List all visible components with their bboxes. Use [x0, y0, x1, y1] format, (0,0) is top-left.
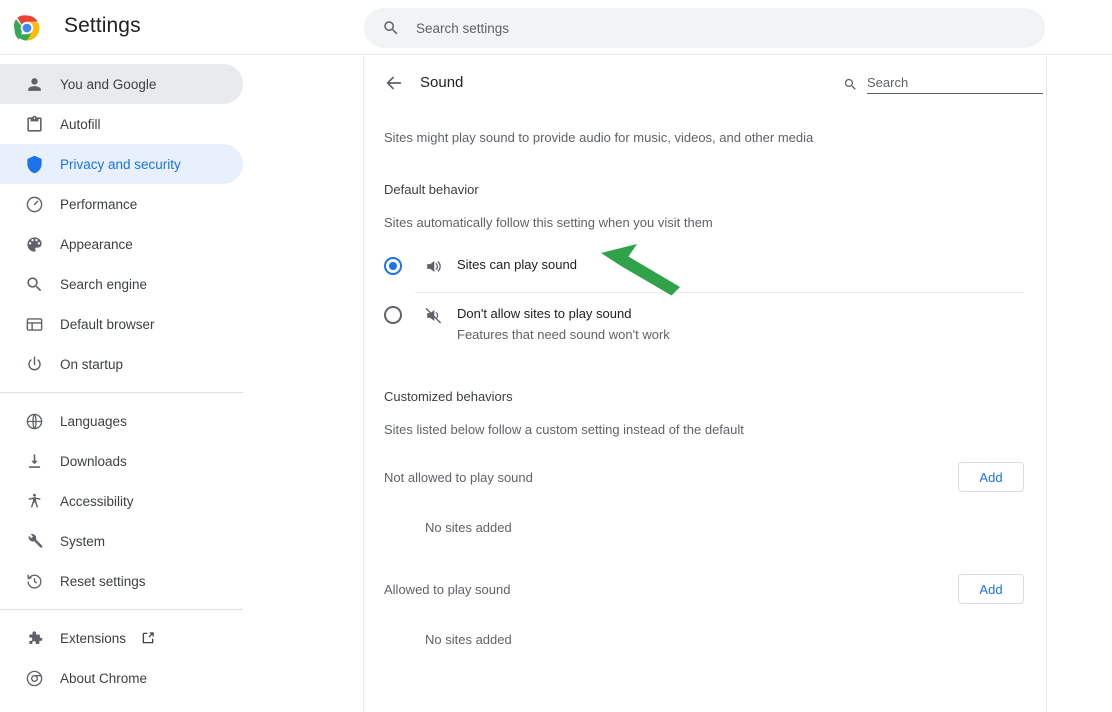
- sidebar-item-label: Extensions: [60, 630, 127, 646]
- add-button-not-allowed[interactable]: Add: [958, 462, 1024, 492]
- power-icon: [24, 354, 44, 374]
- sidebar-item-privacy-and-security[interactable]: Privacy and security: [0, 144, 243, 184]
- radio-label: Don't allow sites to play sound: [457, 306, 632, 321]
- page-search-input[interactable]: [867, 74, 1043, 94]
- sidebar-item-label: Autofill: [60, 116, 101, 132]
- sidebar: You and Google Autofill Privacy and secu…: [0, 56, 364, 712]
- page-header: Sound: [365, 56, 1046, 110]
- app-title: Settings: [64, 14, 141, 37]
- default-behavior-subtitle: Sites automatically follow this setting …: [384, 215, 713, 230]
- list-row-allowed-to-play-sound: Allowed to play sound Add: [384, 572, 1024, 606]
- list-label: Allowed to play sound: [384, 581, 511, 597]
- globe-icon: [24, 411, 44, 431]
- sidebar-item-extensions[interactable]: Extensions: [0, 618, 243, 658]
- sidebar-item-label: About Chrome: [60, 670, 148, 686]
- add-button-allowed[interactable]: Add: [958, 574, 1024, 604]
- accessibility-icon: [24, 491, 44, 511]
- sidebar-item-label: Performance: [60, 196, 138, 212]
- option-divider: [415, 292, 1024, 293]
- sidebar-divider: [0, 392, 243, 393]
- sidebar-divider: [0, 609, 243, 610]
- top-bar: Settings: [0, 0, 1112, 55]
- sidebar-item-system[interactable]: System: [0, 521, 243, 561]
- radio-option-dont-allow-sites-to-play-sound[interactable]: Don't allow sites to play sound Features…: [384, 305, 1024, 342]
- sidebar-item-accessibility[interactable]: Accessibility: [0, 481, 243, 521]
- sidebar-item-label: Reset settings: [60, 573, 146, 589]
- empty-state-allowed: No sites added: [425, 632, 512, 647]
- sidebar-item-label: On startup: [60, 356, 124, 372]
- wrench-icon: [24, 531, 44, 551]
- radio-label: Sites can play sound: [457, 257, 577, 272]
- search-icon: [24, 274, 44, 294]
- list-label: Not allowed to play sound: [384, 469, 533, 485]
- radio-indicator-unselected[interactable]: [384, 306, 402, 324]
- chrome-outline-icon: [24, 668, 44, 688]
- sidebar-item-label: Downloads: [60, 453, 127, 469]
- chrome-logo: [12, 13, 42, 43]
- page-search-box[interactable]: [843, 71, 1043, 97]
- sidebar-item-default-browser[interactable]: Default browser: [0, 304, 243, 344]
- sidebar-item-autofill[interactable]: Autofill: [0, 104, 243, 144]
- sidebar-item-label: You and Google: [60, 76, 157, 92]
- speedometer-icon: [24, 194, 44, 214]
- customized-behaviors-subtitle: Sites listed below follow a custom setti…: [384, 422, 744, 437]
- sidebar-item-label: Accessibility: [60, 493, 134, 509]
- volume-mute-icon: [423, 305, 443, 325]
- sidebar-item-label: System: [60, 533, 106, 549]
- sidebar-item-reset-settings[interactable]: Reset settings: [0, 561, 243, 601]
- puzzle-icon: [24, 628, 44, 648]
- main-content: Sound Sites might play sound to provide …: [365, 56, 1047, 712]
- radio-option-sites-can-play-sound[interactable]: Sites can play sound: [384, 256, 1024, 276]
- volume-up-icon: [423, 256, 443, 276]
- palette-icon: [24, 234, 44, 254]
- customized-behaviors-title: Customized behaviors: [384, 389, 513, 404]
- search-icon: [382, 19, 400, 37]
- default-behavior-title: Default behavior: [384, 182, 479, 197]
- sidebar-item-downloads[interactable]: Downloads: [0, 441, 243, 481]
- browser-window-icon: [24, 314, 44, 334]
- external-link-icon: [140, 630, 156, 646]
- empty-state-not-allowed: No sites added: [425, 520, 512, 535]
- sidebar-item-performance[interactable]: Performance: [0, 184, 243, 224]
- back-arrow-icon[interactable]: [383, 72, 405, 94]
- list-row-not-allowed-to-play-sound: Not allowed to play sound Add: [384, 460, 1024, 494]
- download-icon: [24, 451, 44, 471]
- sidebar-item-appearance[interactable]: Appearance: [0, 224, 243, 264]
- sidebar-item-on-startup[interactable]: On startup: [0, 344, 243, 384]
- sidebar-item-label: Languages: [60, 413, 127, 429]
- sidebar-item-label: Search engine: [60, 276, 148, 292]
- radio-sublabel: Features that need sound won't work: [457, 327, 670, 342]
- page-description: Sites might play sound to provide audio …: [384, 130, 814, 145]
- page-title: Sound: [420, 74, 464, 91]
- radio-indicator-selected[interactable]: [384, 257, 402, 275]
- sidebar-item-label: Privacy and security: [60, 156, 181, 172]
- search-input[interactable]: [416, 20, 1027, 36]
- history-restore-icon: [24, 571, 44, 591]
- sidebar-item-label: Default browser: [60, 316, 155, 332]
- person-icon: [24, 74, 44, 94]
- sidebar-item-search-engine[interactable]: Search engine: [0, 264, 243, 304]
- search-icon: [843, 77, 858, 92]
- sidebar-item-about-chrome[interactable]: About Chrome: [0, 658, 243, 698]
- clipboard-icon: [24, 114, 44, 134]
- shield-icon: [24, 154, 44, 174]
- sidebar-item-languages[interactable]: Languages: [0, 401, 243, 441]
- sidebar-item-label: Appearance: [60, 236, 133, 252]
- global-search-box[interactable]: [364, 8, 1045, 48]
- sidebar-item-you-and-google[interactable]: You and Google: [0, 64, 243, 104]
